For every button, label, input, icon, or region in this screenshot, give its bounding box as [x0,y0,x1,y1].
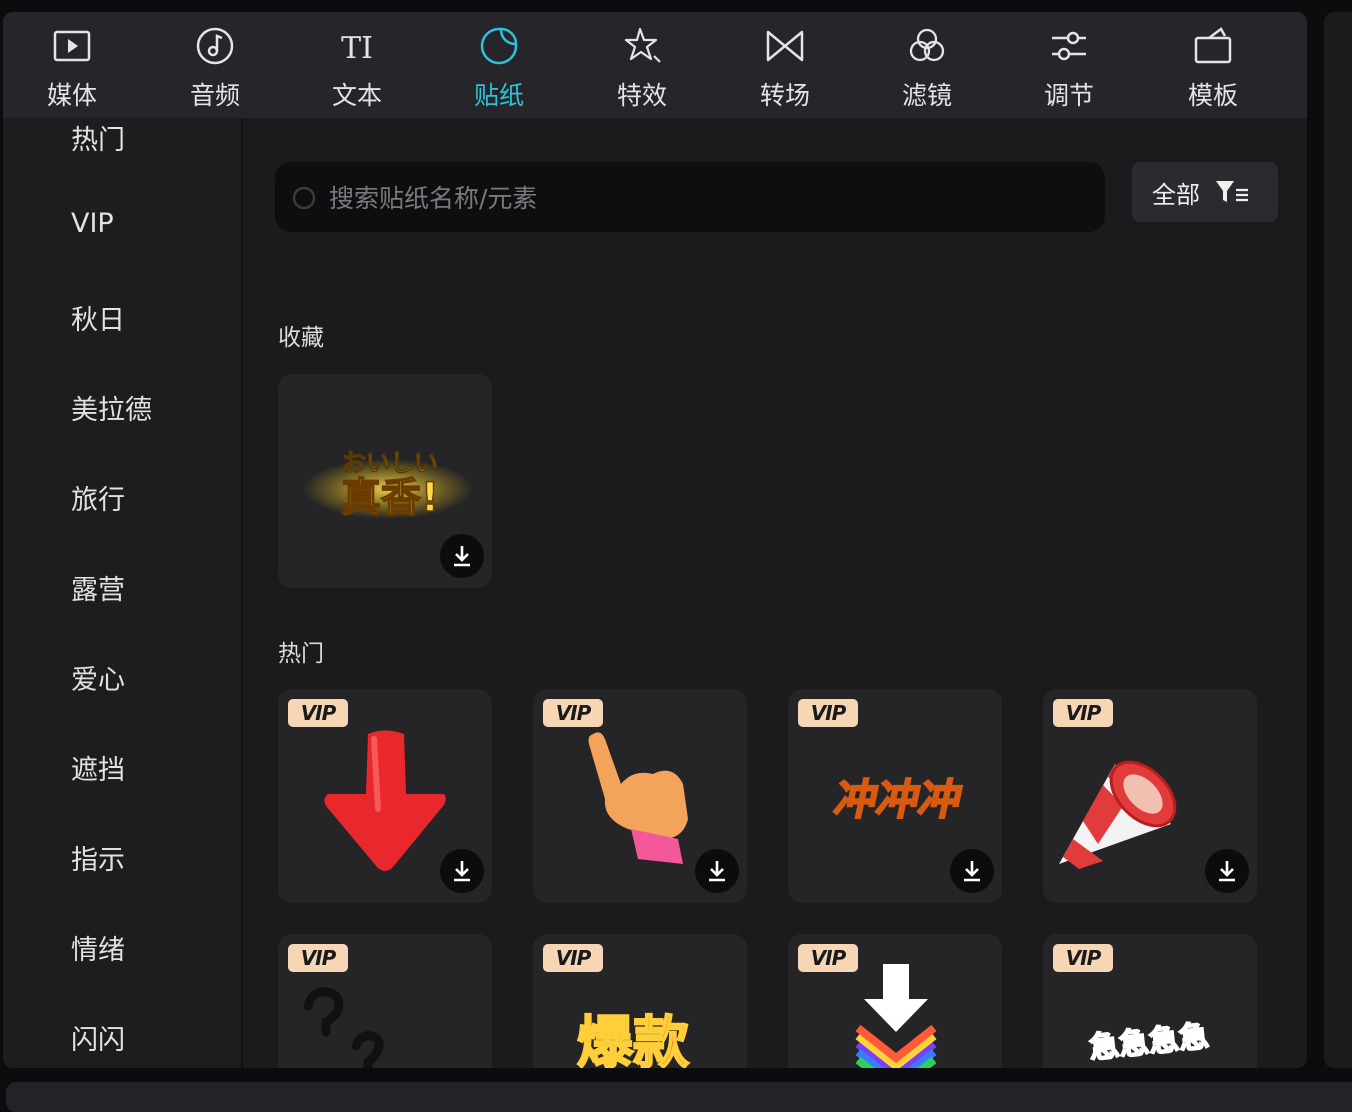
download-icon [964,861,980,882]
right-panel-edge [1324,12,1352,1068]
tab-effects-label: 特效 [616,81,667,110]
filter-label: 全部 [1152,180,1200,209]
vip-badge: VIP [288,699,348,727]
svg-text:真香!: 真香! [341,475,439,521]
tab-transition-label: 转场 [759,81,810,110]
effects-icon [624,27,661,63]
vip-badge: VIP [1053,944,1113,972]
vip-badge: VIP [1053,699,1113,727]
download-button[interactable] [695,849,739,893]
sidebar-item-maillard[interactable]: 美拉德 [71,388,152,427]
sticker-favorite-delicious[interactable]: おいしい 真香! [278,374,492,588]
sidebar-item-autumn[interactable]: 秋日 [71,298,125,337]
bottom-panel-edge [6,1082,1352,1112]
sticker-red-arrow[interactable]: VIP [278,689,492,903]
category-sidebar: 热门 VIP 秋日 美拉德 旅行 露营 爱心 遮挡 指示 情绪 闪闪 [3,118,243,1068]
sidebar-item-vip[interactable]: VIP [71,208,114,239]
sticker-chong-chong-chong[interactable]: 冲冲冲 VIP [788,689,1002,903]
sticker-baokuan[interactable]: 爆款 VIP [533,934,747,1068]
sticker-question-marks[interactable]: VIP [278,934,492,1068]
filter-icon [909,28,945,62]
download-icon [709,861,725,882]
svg-text:急急急急: 急急急急 [1088,1019,1211,1066]
vip-badge: VIP [798,699,858,727]
tab-filter-label: 滤镜 [901,81,952,110]
sticker-pointing-hand[interactable]: VIP [533,689,747,903]
top-toolbar: 媒体 音频 TI 文本 贴纸 特效 转场 滤镜 调节 模板 [3,12,1307,118]
tab-transition[interactable]: 转场 [730,12,840,118]
sidebar-item-emotion[interactable]: 情绪 [71,928,125,967]
sticker-party-horn[interactable]: VIP [1043,689,1257,903]
sidebar-item-travel[interactable]: 旅行 [71,478,125,517]
sidebar-item-indicate[interactable]: 指示 [71,838,125,877]
favorites-title: 收藏 [278,325,324,351]
search-icon [292,186,316,210]
tab-sticker[interactable]: 贴纸 [444,12,554,118]
sticker-icon [480,27,518,65]
tab-adjust-label: 调节 [1043,81,1094,110]
tab-audio[interactable]: 音频 [160,12,270,118]
tab-filter[interactable]: 滤镜 [872,12,982,118]
tab-effects[interactable]: 特效 [587,12,697,118]
sidebar-item-sparkle[interactable]: 闪闪 [71,1018,125,1057]
svg-text:冲冲冲: 冲冲冲 [830,776,966,824]
svg-text:TI: TI [341,31,373,66]
sidebar-item-love[interactable]: 爱心 [71,658,125,697]
svg-text:爆款: 爆款 [577,1011,689,1068]
search-input[interactable] [327,162,1091,234]
download-button[interactable] [440,534,484,578]
sidebar-item-hot[interactable]: 热门 [71,118,125,157]
svg-text:おいしい: おいしい [342,449,438,477]
tab-media-label: 媒体 [46,81,97,110]
audio-icon [196,27,234,65]
adjust-icon [1052,31,1086,61]
vip-badge: VIP [543,699,603,727]
download-button[interactable] [1205,849,1249,893]
download-icon [454,546,470,567]
sticker-jijiji[interactable]: 急急急急 VIP [1043,934,1257,1068]
sidebar-item-camping[interactable]: 露营 [71,568,125,607]
search-bar [275,162,1105,234]
filter-funnel-icon [1216,181,1248,202]
vip-badge: VIP [543,944,603,972]
transition-icon [766,30,804,62]
filter-button[interactable]: 全部 [1132,162,1278,222]
tab-text-label: 文本 [331,81,382,110]
tab-adjust[interactable]: 调节 [1014,12,1124,118]
download-icon [1219,861,1235,882]
text-icon: TI [341,31,373,66]
tab-audio-label: 音频 [189,81,240,110]
tab-template-label: 模板 [1187,81,1238,110]
sticker-rainbow-arrow[interactable]: VIP [788,934,1002,1068]
tab-text[interactable]: TI 文本 [302,12,412,118]
download-button[interactable] [440,849,484,893]
download-button[interactable] [950,849,994,893]
vip-badge: VIP [288,944,348,972]
sticker-content: 全部 收藏 おいしい 真香! 热门 VIP [243,118,1307,1068]
download-icon [454,861,470,882]
tab-sticker-label: 贴纸 [473,81,524,110]
template-icon [1194,27,1232,64]
media-icon [53,30,91,62]
tab-template[interactable]: 模板 [1158,12,1268,118]
sticker-panel: 媒体 音频 TI 文本 贴纸 特效 转场 滤镜 调节 模板 热门 VIP 秋日 … [3,12,1307,1068]
tab-media[interactable]: 媒体 [17,12,127,118]
vip-badge: VIP [798,944,858,972]
hot-title: 热门 [278,641,324,667]
sidebar-item-cover[interactable]: 遮挡 [71,748,125,787]
